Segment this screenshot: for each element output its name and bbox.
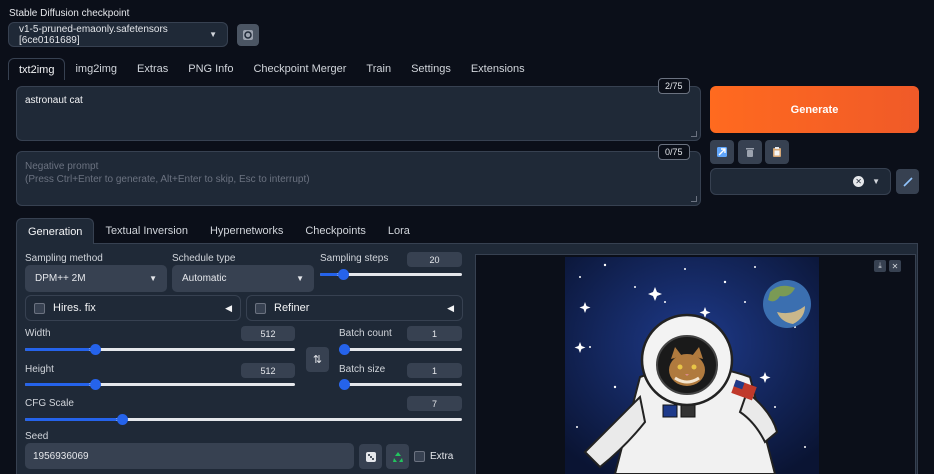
tab-txt2img[interactable]: txt2img — [8, 58, 66, 80]
cfg-scale-label: CFG Scale — [25, 398, 74, 409]
tab-img2img[interactable]: img2img — [65, 58, 127, 80]
cfg-scale-slider[interactable] — [25, 413, 462, 425]
sampling-method-label: Sampling method — [25, 253, 103, 264]
pencil-icon — [902, 176, 913, 187]
sampling-method-dropdown[interactable]: DPM++ 2M ▼ — [25, 265, 167, 292]
tab-settings[interactable]: Settings — [401, 58, 461, 80]
schedule-type-value: Automatic — [182, 273, 227, 284]
prompt-textarea[interactable]: astronaut cat — [16, 86, 701, 141]
edit-styles-button[interactable] — [896, 169, 919, 194]
slider-thumb[interactable] — [89, 379, 101, 390]
prompt-text: astronaut cat — [25, 95, 83, 106]
collapse-triangle-icon[interactable]: ◀ — [447, 303, 454, 314]
tab-train[interactable]: Train — [356, 58, 401, 80]
prompt-token-counter: 2/75 — [658, 78, 690, 94]
height-label: Height — [25, 364, 54, 375]
refiner-accordion[interactable]: Refiner ◀ — [246, 295, 463, 321]
dice-icon — [365, 451, 376, 462]
batch-count-input[interactable]: 1 — [407, 326, 462, 341]
tab-checkpoints[interactable]: Checkpoints — [294, 218, 377, 244]
sampling-steps-input[interactable]: 20 — [407, 252, 462, 267]
tab-extras[interactable]: Extras — [127, 58, 178, 80]
extra-seed-checkbox[interactable] — [414, 451, 425, 462]
chevron-down-icon: ▼ — [296, 274, 304, 283]
swap-arrows-icon: ⇅ — [312, 354, 323, 366]
chevron-down-icon: ▼ — [149, 274, 157, 283]
clear-x-icon[interactable]: ✕ — [853, 176, 865, 187]
batch-size-slider[interactable] — [339, 378, 462, 390]
resize-handle-icon[interactable] — [691, 131, 697, 137]
width-slider[interactable] — [25, 343, 295, 355]
checkpoint-value: v1-5-pruned-emaonly.safetensors [6ce0161… — [19, 23, 168, 46]
batch-size-input[interactable]: 1 — [407, 363, 462, 378]
sampling-steps-label: Sampling steps — [320, 253, 389, 264]
main-tabs: txt2img img2img Extras PNG Info Checkpoi… — [8, 58, 535, 80]
seed-input[interactable]: 1956936069 — [25, 443, 354, 469]
refresh-checkpoint-button[interactable] — [237, 24, 259, 46]
chevron-down-icon: ▼ — [209, 30, 217, 39]
refiner-checkbox[interactable] — [255, 302, 266, 314]
seed-label: Seed — [25, 431, 49, 442]
slider-thumb[interactable] — [339, 344, 350, 355]
apply-style-button[interactable] — [765, 140, 789, 164]
clear-prompt-button[interactable] — [738, 140, 762, 164]
arrow-diagonal-icon — [717, 147, 727, 157]
trash-icon — [746, 148, 754, 157]
tab-hypernetworks[interactable]: Hypernetworks — [199, 218, 294, 244]
slider-thumb[interactable] — [89, 344, 101, 355]
seed-value: 1956936069 — [33, 450, 89, 462]
height-input[interactable]: 512 — [241, 363, 295, 378]
collapse-triangle-icon[interactable]: ◀ — [225, 303, 232, 314]
extra-seed-label: Extra — [430, 451, 454, 462]
generate-button[interactable]: Generate — [710, 86, 919, 133]
negative-token-counter: 0/75 — [658, 144, 690, 160]
tab-extensions[interactable]: Extensions — [461, 58, 535, 80]
checkpoint-dropdown[interactable]: v1-5-pruned-emaonly.safetensors [6ce0161… — [8, 22, 228, 47]
tab-checkpoint-merger[interactable]: Checkpoint Merger — [243, 58, 356, 80]
width-label: Width — [25, 328, 51, 339]
hires-fix-label: Hires. fix — [53, 302, 96, 314]
negative-prompt-hint: (Press Ctrl+Enter to generate, Alt+Enter… — [25, 174, 310, 185]
styles-dropdown[interactable]: ✕ ▼ — [710, 168, 891, 195]
width-input[interactable]: 512 — [241, 326, 295, 341]
astronaut-cat-artwork — [565, 257, 819, 474]
slider-thumb[interactable] — [116, 414, 128, 425]
tab-png-info[interactable]: PNG Info — [178, 58, 243, 80]
hires-fix-checkbox[interactable] — [34, 302, 45, 314]
height-slider[interactable] — [25, 378, 295, 390]
checkpoint-label: Stable Diffusion checkpoint — [9, 8, 130, 19]
close-icon: ✕ — [891, 261, 899, 271]
batch-count-slider[interactable] — [339, 343, 462, 355]
tab-generation[interactable]: Generation — [16, 218, 95, 244]
sampling-steps-slider[interactable] — [320, 268, 462, 280]
tab-textual-inversion[interactable]: Textual Inversion — [94, 218, 199, 244]
sampling-method-value: DPM++ 2M — [35, 273, 86, 284]
batch-count-label: Batch count — [339, 328, 392, 339]
negative-prompt-textarea[interactable]: Negative prompt (Press Ctrl+Enter to gen… — [16, 151, 701, 206]
read-params-button[interactable] — [710, 140, 734, 164]
cfg-scale-input[interactable]: 7 — [407, 396, 462, 411]
download-icon: ⤓ — [878, 261, 882, 270]
sub-tabs: Generation Textual Inversion Hypernetwor… — [16, 218, 421, 244]
generated-image[interactable] — [565, 257, 819, 474]
recycle-icon — [392, 451, 403, 462]
hires-fix-accordion[interactable]: Hires. fix ◀ — [25, 295, 241, 321]
download-button[interactable]: ⤓ — [874, 260, 886, 272]
close-image-button[interactable]: ✕ — [889, 260, 901, 272]
schedule-type-dropdown[interactable]: Automatic ▼ — [172, 265, 314, 292]
random-seed-button[interactable] — [359, 444, 382, 469]
refiner-label: Refiner — [274, 302, 310, 314]
batch-size-label: Batch size — [339, 364, 386, 375]
tab-lora[interactable]: Lora — [377, 218, 421, 244]
swap-dimensions-button[interactable]: ⇅ — [306, 347, 329, 372]
resize-handle-icon[interactable] — [691, 196, 697, 202]
reuse-seed-button[interactable] — [386, 444, 409, 469]
clipboard-icon — [773, 147, 781, 157]
schedule-type-label: Schedule type — [172, 253, 236, 264]
slider-thumb[interactable] — [339, 379, 350, 390]
slider-thumb[interactable] — [338, 269, 350, 280]
chevron-down-icon: ▼ — [872, 177, 880, 186]
refresh-icon — [243, 30, 253, 40]
negative-prompt-placeholder: Negative prompt — [25, 161, 99, 172]
